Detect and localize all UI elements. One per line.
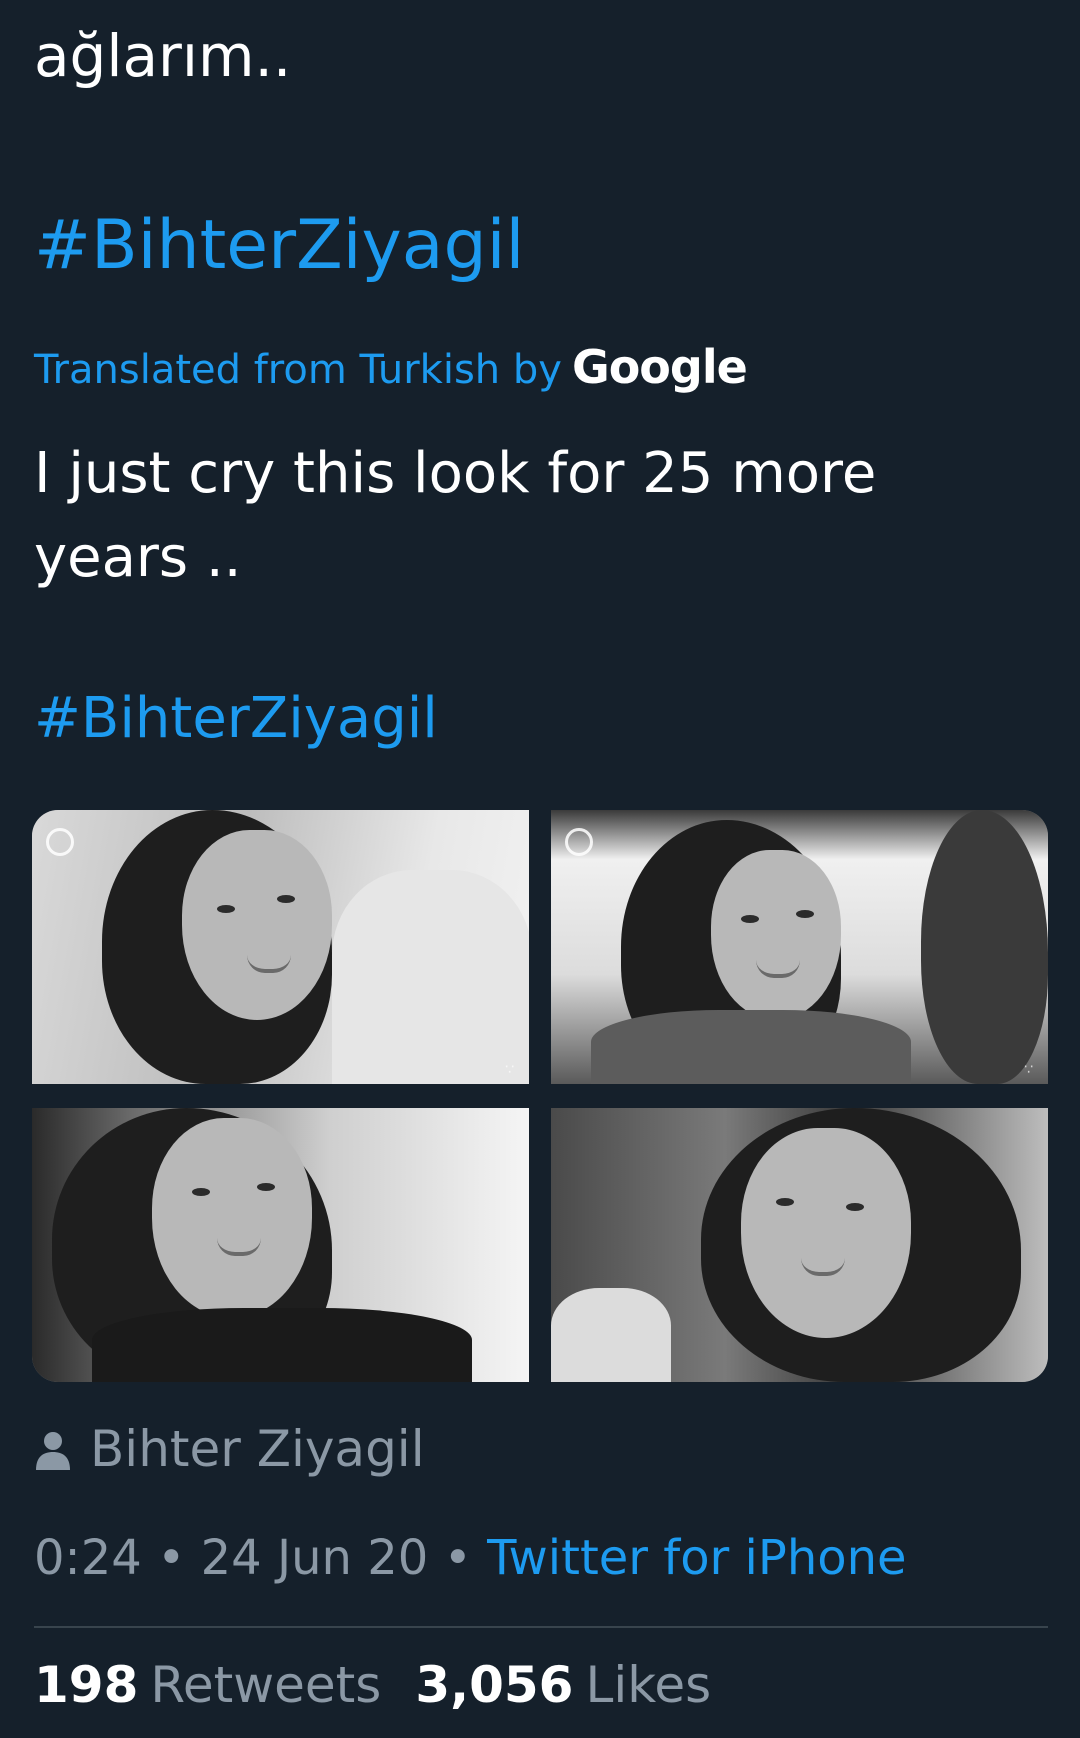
- retweets-label: Retweets: [150, 1656, 382, 1714]
- media-grid: ∵ ∵: [32, 810, 1048, 1382]
- tweet-date[interactable]: 24 Jun 20: [201, 1530, 429, 1586]
- tweet-original-text: ağlarım..: [34, 22, 292, 90]
- watermark-icon: ∵: [1024, 1062, 1033, 1078]
- photo-3[interactable]: [32, 1108, 529, 1382]
- translation-provider: Google: [571, 340, 748, 394]
- hashtag-link-translated[interactable]: #BihterZiyagil: [34, 686, 438, 751]
- translation-notice[interactable]: Translated from Turkish by Google: [34, 340, 748, 394]
- person-icon: [34, 1424, 72, 1482]
- likes-stat[interactable]: 3,056 Likes: [415, 1656, 745, 1714]
- retweets-count: 198: [34, 1656, 139, 1714]
- tweet-translated-text: I just cry this look for 25 more years .…: [34, 441, 877, 590]
- divider: [34, 1626, 1048, 1628]
- tweet-source-link[interactable]: Twitter for iPhone: [487, 1530, 906, 1586]
- channel-logo-icon: [565, 828, 593, 856]
- tweet-stats: 198 Retweets 3,056 Likes: [34, 1656, 745, 1714]
- channel-logo-icon: [46, 828, 74, 856]
- tweet-time[interactable]: 0:24: [34, 1530, 142, 1586]
- watermark-icon: ∵: [505, 1062, 514, 1078]
- author-link[interactable]: Bihter Ziyagil: [34, 1420, 425, 1482]
- photo-2[interactable]: ∵: [551, 810, 1048, 1084]
- hashtag-link[interactable]: #BihterZiyagil: [34, 206, 524, 285]
- photo-1[interactable]: ∵: [32, 810, 529, 1084]
- likes-count: 3,056: [415, 1656, 574, 1714]
- likes-label: Likes: [585, 1656, 712, 1714]
- retweets-stat[interactable]: 198 Retweets: [34, 1656, 415, 1714]
- meta-separator: •: [157, 1530, 186, 1586]
- tweet-meta: 0:24 • 24 Jun 20 • Twitter for iPhone: [34, 1530, 907, 1586]
- author-name: Bihter Ziyagil: [90, 1420, 425, 1478]
- translation-notice-text: Translated from Turkish by: [34, 347, 562, 393]
- meta-separator: •: [443, 1530, 472, 1586]
- photo-4[interactable]: [551, 1108, 1048, 1382]
